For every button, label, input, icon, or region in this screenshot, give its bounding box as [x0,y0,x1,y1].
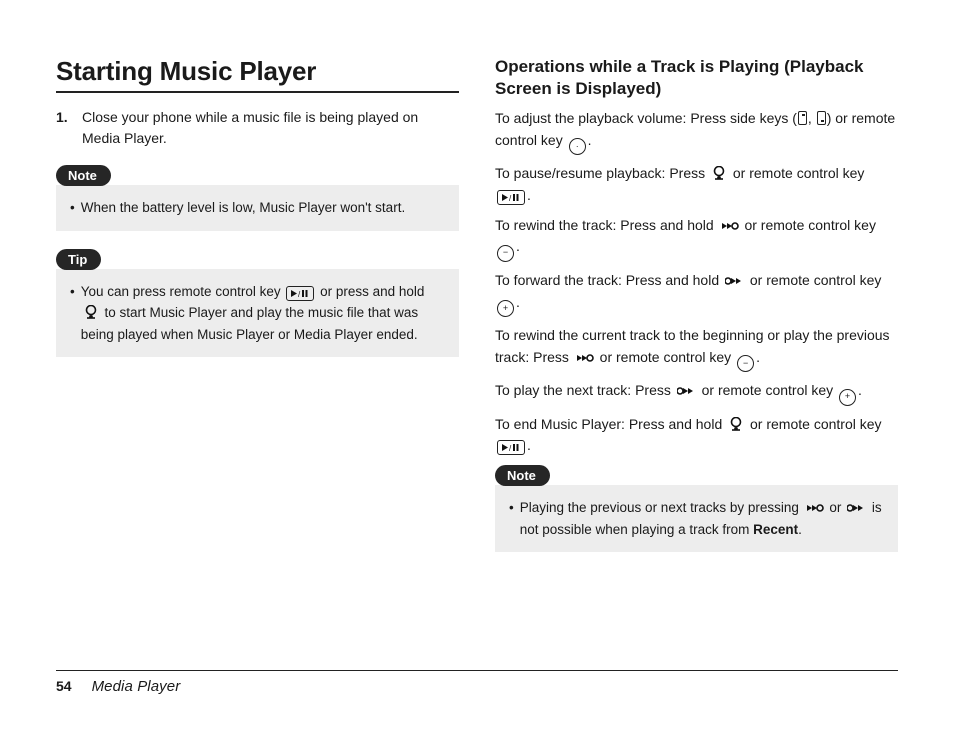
section-heading: Starting Music Player [56,56,459,93]
note-pill: Note [495,465,550,486]
play-pause-key-icon [497,190,525,205]
note-callout: Note When the battery level is low, Musi… [56,165,459,231]
subsection-heading: Operations while a Track is Playing (Pla… [495,56,898,100]
op-end: To end Music Player: Press and hold or r… [495,414,898,457]
op-prev: To rewind the current track to the begin… [495,325,898,372]
center-key-icon [83,305,99,320]
tip-box: You can press remote control key or pres… [56,269,459,358]
note-pill: Note [56,165,111,186]
step-1: 1. Close your phone while a music file i… [56,107,459,149]
note-text: Playing the previous or next tracks by p… [520,497,884,540]
forward-icon [677,384,696,398]
tip-text: You can press remote control key or pres… [81,281,445,346]
op-forward: To forward the track: Press and hold or … [495,270,898,317]
remote-updown-icon: ∙ [569,138,586,155]
left-column: Starting Music Player 1. Close your phon… [56,56,459,570]
remote-plus-icon: + [839,389,856,406]
step-list: 1. Close your phone while a music file i… [56,107,459,149]
center-key-icon [711,166,727,181]
op-pause: To pause/resume playback: Press or remot… [495,163,898,206]
footer-section: Media Player [92,678,181,695]
rewind-icon [575,351,594,365]
side-key-up-icon [798,111,807,125]
forward-icon [725,274,744,288]
rewind-icon [720,219,739,233]
play-pause-key-icon [497,440,525,455]
side-key-down-icon [817,111,826,125]
op-next: To play the next track: Press or remote … [495,380,898,405]
page-number: 54 [56,678,72,694]
forward-icon [847,501,866,515]
tip-callout: Tip You can press remote control key or … [56,249,459,358]
step-number: 1. [56,107,72,149]
remote-plus-icon: + [497,300,514,317]
page-footer: 54 Media Player [56,678,180,695]
note-box: When the battery level is low, Music Pla… [56,185,459,231]
step-text: Close your phone while a music file is b… [82,107,459,149]
page-columns: Starting Music Player 1. Close your phon… [56,56,898,570]
rewind-icon [805,501,824,515]
remote-minus-icon: − [737,355,754,372]
op-rewind: To rewind the track: Press and hold or r… [495,215,898,262]
right-column: Operations while a Track is Playing (Pla… [495,56,898,570]
center-key-icon [728,417,744,432]
op-volume: To adjust the playback volume: Press sid… [495,108,898,155]
tip-pill: Tip [56,249,101,270]
note-callout-2: Note Playing the previous or next tracks… [495,465,898,552]
remote-minus-icon: − [497,245,514,262]
footer-rule [56,670,898,671]
note-box: Playing the previous or next tracks by p… [495,485,898,552]
play-pause-key-icon [286,286,314,301]
note-text: When the battery level is low, Music Pla… [81,197,405,219]
